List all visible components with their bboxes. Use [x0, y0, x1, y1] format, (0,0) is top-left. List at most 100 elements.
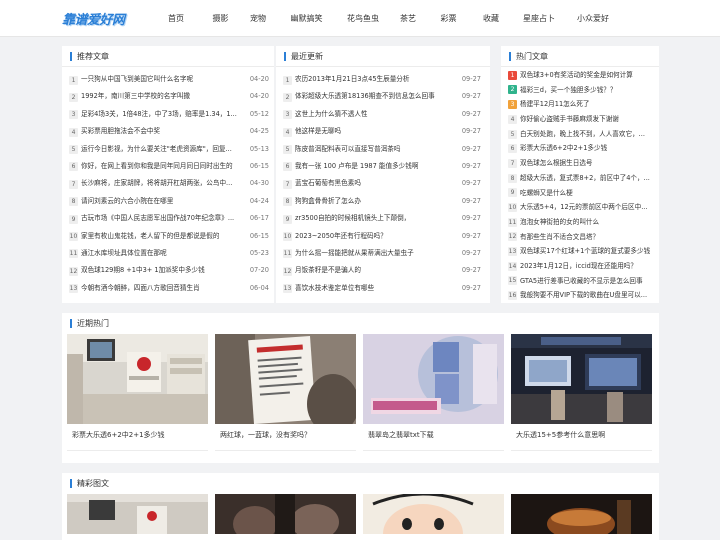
article-link[interactable]: 杨建平12月11怎么死了 [520, 97, 655, 112]
list-item[interactable]: 6 彩票大乐透6+2中2+1多少钱 [508, 141, 655, 156]
list-item[interactable]: 7 蓝宝石葡萄有黑色素吗 09-27 [283, 175, 481, 192]
list-item[interactable]: 2 体彩超级大乐透第18136期查不到信息怎么回事 09-27 [283, 88, 481, 105]
list-item[interactable]: 11 通江水库坝址具体位置在那呢 05-23 [69, 245, 269, 262]
nav-item[interactable]: 摄影 [202, 0, 239, 37]
article-link[interactable]: 1992年，南川第三中学校的名字叫撒 [81, 88, 245, 105]
list-item[interactable]: 10 家里有枚山鬼花钱，老人留下的但是都说是假的 06-15 [69, 228, 269, 245]
article-link[interactable]: 这世上为什么猜不透人性 [295, 106, 457, 123]
card-caption[interactable]: 两红球，一蓝球，没有奖吗？ [220, 430, 311, 440]
article-link[interactable]: 我有一张 100 卢布是 1987 能值多少钱啊 [295, 158, 457, 175]
article-link[interactable]: 古玩市场《中国人民志愿军出国作战70年纪念章》... [81, 210, 245, 227]
site-logo[interactable]: 靠谱爱好网 [62, 9, 125, 28]
article-link[interactable]: 吃螺蛳又是什么梗 [520, 186, 655, 201]
list-item[interactable]: 8 请问刘素云的六合小院在在哪里 04-24 [69, 193, 269, 210]
list-item[interactable]: 6 我有一张 100 卢布是 1987 能值多少钱啊 09-27 [283, 158, 481, 175]
article-link[interactable]: 请问刘素云的六合小院在在哪里 [81, 193, 245, 210]
list-item[interactable]: 9 吃螺蛳又是什么梗 [508, 186, 655, 201]
list-item[interactable]: 1 一只狗从中国飞到美国它叫什么名字呢 04-20 [69, 71, 269, 88]
nav-item[interactable]: 茶艺 [390, 0, 426, 37]
list-item[interactable]: 9 zr3500自拍的时候相机镜头上下颠倒， 09-27 [283, 210, 481, 227]
recent-hot-card[interactable]: 翡翠岛之翡翠txt下载 [363, 334, 504, 451]
article-link[interactable]: 长沙麻将，庄家胡牌，将将胡开杠胡两张，公鸟中... [81, 175, 245, 192]
article-link[interactable]: 有那些生肖不适合文昌塔？ [520, 230, 655, 245]
article-link[interactable]: 双色球买17个红球+1个蓝球的复式要多少钱 [520, 244, 655, 259]
article-link[interactable]: 农历2013年1月21日3点45生辰量分析 [295, 71, 457, 88]
article-link[interactable]: 通江水库坝址具体位置在那呢 [81, 245, 245, 262]
list-item[interactable]: 9 古玩市场《中国人民志愿军出国作战70年纪念章》... 06-17 [69, 210, 269, 227]
list-item[interactable]: 16 我般狗要不用VIP下载的歌曲在U盘里可以... [508, 288, 655, 303]
recent-hot-card[interactable]: 彩票大乐透6+2中2+1多少钱 [67, 334, 208, 451]
gallery-image[interactable] [67, 494, 208, 534]
article-link[interactable]: 我般狗要不用VIP下载的歌曲在U盘里可以... [520, 288, 655, 303]
card-caption[interactable]: 彩票大乐透6+2中2+1多少钱 [72, 430, 165, 440]
nav-item[interactable]: 幽默搞笑 [277, 0, 336, 37]
article-link[interactable]: zr3500自拍的时候相机镜头上下颠倒， [295, 210, 457, 227]
card-image-book-cover[interactable] [363, 334, 504, 424]
article-link[interactable]: 陈皮普洱配料表可以直接写普洱茶吗 [295, 141, 457, 158]
article-link[interactable]: 双色球3+0有奖活动的奖金是如何计算 [520, 68, 655, 83]
list-item[interactable]: 3 这世上为什么猜不透人性 09-27 [283, 106, 481, 123]
list-item[interactable]: 4 他这样是无聊吗 09-27 [283, 123, 481, 140]
list-item[interactable]: 2 福彩三d，买一个独胆多少钱？？ [508, 83, 655, 98]
nav-item[interactable]: 首页 [150, 0, 202, 37]
recent-hot-card[interactable]: 两红球，一蓝球，没有奖吗？ [215, 334, 356, 451]
list-item[interactable]: 8 狗狗盒骨骨折了怎么办 09-27 [283, 193, 481, 210]
article-link[interactable]: 足彩4场3关，1倍48注，中了3场，赔率是1.34，1... [81, 106, 245, 123]
article-link[interactable]: 白天别处跑，晚上找不到，人人喜欢它，... [520, 127, 655, 142]
nav-item[interactable]: 收藏 [471, 0, 511, 37]
nav-item[interactable]: 小众爱好 [567, 0, 619, 37]
article-link[interactable]: 家里有枚山鬼花钱，老人留下的但是都说是假的 [81, 228, 245, 245]
card-caption[interactable]: 大乐透15+5参考什么意思啊 [516, 430, 605, 440]
article-link[interactable]: 月饭茶籽是不是骗人的 [295, 262, 457, 279]
nav-item[interactable]: 星座占卜 [511, 0, 567, 37]
nav-item[interactable]: 宠物 [239, 0, 277, 37]
nav-item[interactable]: 彩票 [426, 0, 471, 37]
list-item[interactable]: 11 为什么摇一摇能把就从果蒂满出大量虫子 09-27 [283, 245, 481, 262]
article-link[interactable]: 狗狗盒骨骨折了怎么办 [295, 193, 457, 210]
article-link[interactable]: 今朝有酒今朝醉，四面八方歌回音猜生肖 [81, 280, 245, 297]
list-item[interactable]: 5 运行今日影视，为什么要关注"老虎资源库"，回复... 05-13 [69, 141, 269, 158]
list-item[interactable]: 4 买彩票用胆拖法会不会中奖 04-25 [69, 123, 269, 140]
list-item[interactable]: 1 农历2013年1月21日3点45生辰量分析 09-27 [283, 71, 481, 88]
list-item[interactable]: 13 双色球买17个红球+1个蓝球的复式要多少钱 [508, 244, 655, 259]
list-item[interactable]: 7 双色球怎么根据生日选号 [508, 156, 655, 171]
list-item[interactable]: 7 长沙麻将，庄家胡牌，将将胡开杠胡两张，公鸟中... 04-30 [69, 175, 269, 192]
article-link[interactable]: 双色球怎么根据生日选号 [520, 156, 655, 171]
article-link[interactable]: 他这样是无聊吗 [295, 123, 457, 140]
list-item[interactable]: 3 杨建平12月11怎么死了 [508, 97, 655, 112]
article-link[interactable]: 你好，在网上看到你和我是同年同月同日同时出生的 [81, 158, 245, 175]
list-item[interactable]: 12 双色球129期8 +1中3+ 1加派奖中多少钱 07-20 [69, 262, 269, 279]
article-link[interactable]: 泡泡女神街拍的女的叫什么 [520, 215, 655, 230]
article-link[interactable]: 你好偷心盗贼手书藤麻烦发下谢谢 [520, 112, 655, 127]
list-item[interactable]: 12 月饭茶籽是不是骗人的 09-27 [283, 262, 481, 279]
article-link[interactable]: 运行今日影视，为什么要关注"老虎资源库"，回复... [81, 141, 245, 158]
article-link[interactable]: 2023年1月12日，iccid现在还能用吗？ [520, 259, 655, 274]
article-link[interactable]: 蓝宝石葡萄有黑色素吗 [295, 175, 457, 192]
list-item[interactable]: 13 今朝有酒今朝醉，四面八方歌回音猜生肖 06-04 [69, 280, 269, 297]
list-item[interactable]: 5 白天别处跑，晚上找不到，人人喜欢它，... [508, 127, 655, 142]
nav-item[interactable]: 花鸟鱼虫 [336, 0, 390, 37]
article-link[interactable]: 大乐透5+4，12元的票前区中两个后区中... [520, 200, 655, 215]
article-link[interactable]: 买彩票用胆拖法会不会中奖 [81, 123, 245, 140]
list-item[interactable]: 4 你好偷心盗贼手书藤麻烦发下谢谢 [508, 112, 655, 127]
article-link[interactable]: 一只狗从中国飞到美国它叫什么名字呢 [81, 71, 245, 88]
card-caption[interactable]: 翡翠岛之翡翠txt下载 [368, 430, 434, 440]
list-item[interactable]: 13 喜饮水技术鉴定单位有哪些 09-27 [283, 280, 481, 297]
list-item[interactable]: 3 足彩4场3关，1倍48注，中了3场，赔率是1.34，1... 05-12 [69, 106, 269, 123]
list-item[interactable]: 15 GTA5进行差事已收藏的不显示是怎么回事 [508, 274, 655, 289]
article-link[interactable]: 为什么摇一摇能把就从果蒂满出大量虫子 [295, 245, 457, 262]
article-link[interactable]: 彩票大乐透6+2中2+1多少钱 [520, 141, 655, 156]
article-link[interactable]: GTA5进行差事已收藏的不显示是怎么回事 [520, 274, 655, 289]
list-item[interactable]: 2 1992年，南川第三中学校的名字叫撒 04-20 [69, 88, 269, 105]
list-item[interactable]: 10 2023~2050年还有行程码吗？ 09-27 [283, 228, 481, 245]
list-item[interactable]: 11 泡泡女神街拍的女的叫什么 [508, 215, 655, 230]
article-link[interactable]: 喜饮水技术鉴定单位有哪些 [295, 280, 457, 297]
list-item[interactable]: 10 大乐透5+4，12元的票前区中两个后区中... [508, 200, 655, 215]
card-image-lottery-ticket[interactable] [215, 334, 356, 424]
gallery-image[interactable] [511, 494, 652, 534]
gallery-image[interactable] [363, 494, 504, 534]
article-link[interactable]: 超级大乐透，复式票8+2，前区中了4个，... [520, 171, 655, 186]
list-item[interactable]: 1 双色球3+0有奖活动的奖金是如何计算 [508, 68, 655, 83]
article-link[interactable]: 双色球129期8 +1中3+ 1加派奖中多少钱 [81, 262, 245, 279]
recent-hot-card[interactable]: 大乐透15+5参考什么意思啊 [511, 334, 652, 451]
